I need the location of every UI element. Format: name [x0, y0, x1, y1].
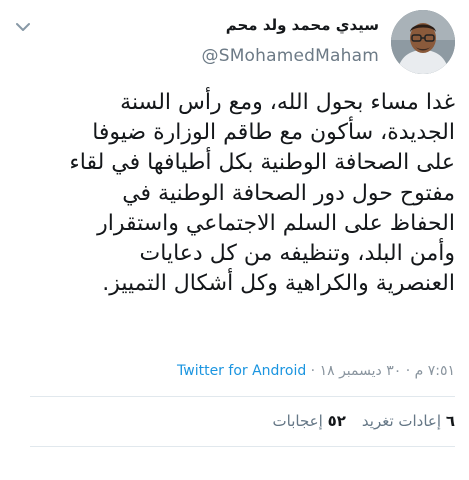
tweet-meta: ٧:٥١ م · ٣٠ ديسمبر ١٨ · Twitter for Andr… [177, 363, 455, 379]
tweet-header: سيدي محمد ولد محم @SMohamedMaham [202, 10, 455, 74]
tweet-stats: ٦ إعادات تغريد ٥٢ إعجابات [273, 412, 455, 430]
tweet-text-line: الجديدة، سأكون مع طاقم الوزارة ضيوفا [92, 120, 455, 146]
retweets-stat[interactable]: ٦ إعادات تغريد [362, 412, 455, 430]
author-info: سيدي محمد ولد محم @SMohamedMaham [202, 10, 380, 66]
tweet-text-line: على الصحافة الوطنية بكل أطيافها في لقاء [69, 150, 455, 176]
author-handle[interactable]: @SMohamedMaham [202, 46, 380, 66]
avatar[interactable] [391, 10, 455, 74]
divider [30, 396, 455, 397]
tweet-text: غدا مساء بحول الله، ومع رأس السنة الجديد… [28, 88, 455, 299]
author-display-name[interactable]: سيدي محمد ولد محم [202, 16, 379, 34]
likes-label: إعجابات [272, 412, 323, 430]
tweet-text-line: العنصرية والكراهية وكل أشكال التمييز. [102, 271, 455, 297]
tweet-text-line: وأمن البلد، وتنظيفه من كل دعايات [139, 240, 455, 266]
divider [30, 446, 455, 447]
retweets-label: إعادات تغريد [361, 412, 442, 430]
tweet-text-line: غدا مساء بحول الله، ومع رأس السنة [120, 90, 455, 115]
tweet-timestamp[interactable]: ٧:٥١ م · ٣٠ ديسمبر ١٨ · [311, 363, 455, 379]
likes-count: ٥٢ [327, 412, 346, 430]
tweet-text-line: مفتوح حول دور الصحافة الوطنية في [122, 180, 455, 206]
retweets-count: ٦ [445, 412, 455, 430]
likes-stat[interactable]: ٥٢ إعجابات [273, 412, 346, 430]
avatar-photo [391, 10, 455, 74]
chevron-down-icon[interactable] [16, 22, 30, 32]
tweet-text-line: الحفاظ على السلم الاجتماعي واستقرار [97, 210, 455, 236]
tweet-source-link[interactable]: Twitter for Android [177, 363, 306, 379]
